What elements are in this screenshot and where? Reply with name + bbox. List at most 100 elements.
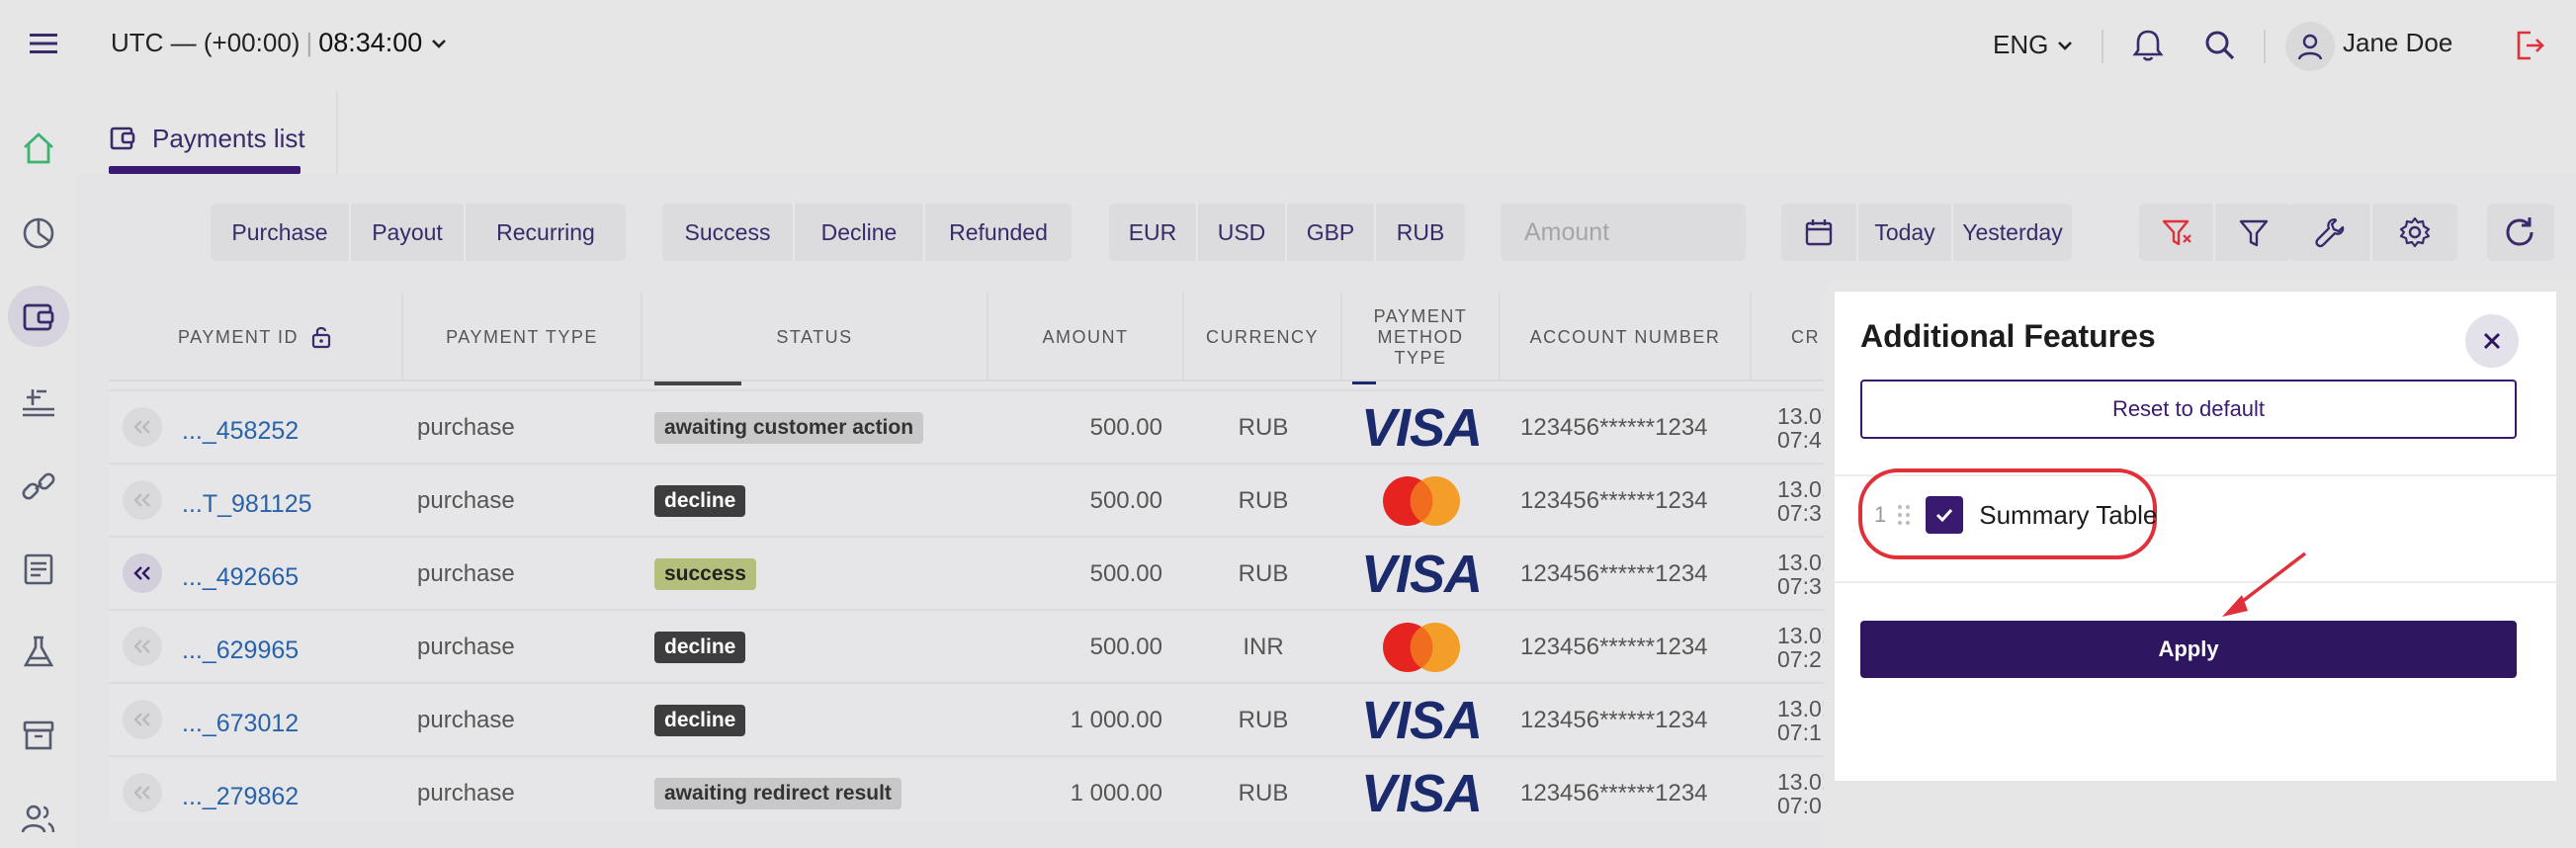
lab-icon[interactable] <box>19 633 58 672</box>
filter-usd-button[interactable]: USD <box>1198 204 1287 261</box>
header-payment-type[interactable]: PAYMENT TYPE <box>403 293 643 382</box>
expand-row-button[interactable] <box>123 407 162 447</box>
partial-badge <box>654 382 741 385</box>
divider <box>336 91 338 174</box>
account-number-cell: 123456******1234 <box>1520 560 1708 587</box>
tools-button[interactable] <box>2289 204 2372 261</box>
drag-handle-icon[interactable] <box>1896 502 1912 528</box>
wrench-icon <box>2315 217 2345 248</box>
status-badge: awaiting redirect result <box>654 778 902 809</box>
bell-icon[interactable] <box>2131 28 2165 63</box>
divider <box>2264 30 2266 63</box>
created-time: 07:2 <box>1777 646 1822 672</box>
created-date: 13.0! <box>1777 403 1829 429</box>
filter-success-button[interactable]: Success <box>662 204 795 261</box>
currency-cell: RUB <box>1238 414 1289 441</box>
header-currency[interactable]: CURRENCY <box>1184 293 1342 382</box>
filter-rub-button[interactable]: RUB <box>1376 204 1465 261</box>
table-row[interactable]: ..._629965 purchase decline 500.00 INR 1… <box>109 611 1883 684</box>
filter-gbp-button[interactable]: GBP <box>1287 204 1376 261</box>
dashboard-icon[interactable] <box>19 213 58 253</box>
hamburger-menu-icon[interactable] <box>28 30 59 57</box>
link-icon[interactable] <box>19 466 58 506</box>
separator: | <box>305 28 313 57</box>
unlock-icon[interactable] <box>310 324 332 350</box>
table-row[interactable]: ..._673012 purchase decline 1 000.00 RUB… <box>109 684 1883 757</box>
close-button[interactable] <box>2465 314 2519 368</box>
expand-row-button[interactable] <box>123 773 162 812</box>
logout-icon[interactable] <box>2513 28 2546 63</box>
wallet-icon[interactable] <box>8 286 69 347</box>
table-row[interactable]: ...T_981125 purchase decline 500.00 RUB … <box>109 465 1883 538</box>
header-status[interactable]: STATUS <box>643 293 988 382</box>
filter-eur-button[interactable]: EUR <box>1109 204 1198 261</box>
expand-row-button[interactable] <box>123 480 162 520</box>
table-row[interactable]: ..._279862 purchase awaiting redirect re… <box>109 757 1883 822</box>
partial-card-logo <box>1352 382 1376 384</box>
created-date: 13.0! <box>1777 476 1829 502</box>
status-filter: Success Decline Refunded <box>662 204 1072 261</box>
payment-id-link[interactable]: ..._629965 <box>182 636 299 665</box>
currency-cell: RUB <box>1238 560 1289 587</box>
archive-icon[interactable] <box>19 716 58 755</box>
amount-input[interactable] <box>1501 204 1746 261</box>
apply-button[interactable]: Apply <box>1860 621 2517 678</box>
payment-method-cell: VISA <box>1342 391 1501 465</box>
amount-cell: 1 000.00 <box>1070 707 1162 733</box>
search-icon[interactable] <box>2202 28 2238 63</box>
timezone-selector[interactable]: UTC — (+00:00) | 08:34:00 <box>111 28 450 58</box>
user-icon <box>2297 34 2323 60</box>
header-amount[interactable]: AMOUNT <box>988 293 1184 382</box>
header-payment-id[interactable]: PAYMENT ID <box>109 293 403 382</box>
tab-payments-list[interactable]: Payments list <box>109 103 305 174</box>
double-chevron-left-icon <box>133 786 150 800</box>
user-avatar[interactable] <box>2285 22 2335 71</box>
clear-filter-button[interactable] <box>2139 204 2215 261</box>
language-selector[interactable]: ENG <box>1993 30 2076 60</box>
sidebar <box>0 91 77 848</box>
expand-row-button[interactable] <box>123 553 162 593</box>
reset-to-default-button[interactable]: Reset to default <box>1860 380 2517 439</box>
chevron-down-icon <box>2058 41 2073 50</box>
home-icon[interactable] <box>19 128 58 168</box>
refresh-button[interactable] <box>2487 204 2554 261</box>
payment-method-cell: VISA <box>1342 538 1501 611</box>
payouts-icon[interactable] <box>19 383 58 423</box>
filter-button[interactable] <box>2215 204 2291 261</box>
table-header: PAYMENT ID PAYMENT TYPE STATUS AMOUNT CU… <box>109 293 1883 382</box>
payment-type-cell: purchase <box>417 634 515 660</box>
payment-id-link[interactable]: ..._492665 <box>182 563 299 592</box>
payment-type-cell: purchase <box>417 707 515 733</box>
double-chevron-left-icon <box>133 493 150 507</box>
table-row[interactable]: ..._458252 purchase awaiting customer ac… <box>109 391 1883 465</box>
header-payment-method-type[interactable]: PAYMENT METHOD TYPE <box>1342 293 1501 382</box>
filter-purchase-button[interactable]: Purchase <box>211 204 351 261</box>
filter-yesterday-button[interactable]: Yesterday <box>1953 204 2072 261</box>
user-name[interactable]: Jane Doe <box>2343 28 2452 58</box>
users-icon[interactable] <box>19 799 58 838</box>
calendar-button[interactable] <box>1781 204 1858 261</box>
payment-type-cell: purchase <box>417 560 515 587</box>
reports-icon[interactable] <box>19 550 58 589</box>
currency-filter: EUR USD GBP RUB <box>1109 204 1465 261</box>
payment-id-link[interactable]: ...T_981125 <box>182 490 312 519</box>
payment-method-cell <box>1342 465 1501 538</box>
status-badge: awaiting customer action <box>654 412 924 444</box>
filter-refunded-button[interactable]: Refunded <box>925 204 1072 261</box>
expand-row-button[interactable] <box>123 627 162 666</box>
header-account-number[interactable]: ACCOUNT NUMBER <box>1501 293 1752 382</box>
filter-decline-button[interactable]: Decline <box>795 204 925 261</box>
expand-row-button[interactable] <box>123 700 162 739</box>
settings-button[interactable] <box>2372 204 2457 261</box>
summary-table-checkbox[interactable] <box>1926 496 1964 534</box>
filter-recurring-button[interactable]: Recurring <box>466 204 626 261</box>
created-time: 07:4 <box>1777 427 1822 453</box>
payment-id-link[interactable]: ..._458252 <box>182 417 299 446</box>
filter-payout-button[interactable]: Payout <box>351 204 466 261</box>
status-badge: decline <box>654 632 746 663</box>
payment-id-link[interactable]: ..._279862 <box>182 783 299 811</box>
table-row[interactable]: ..._492665 purchase success 500.00 RUB V… <box>109 538 1883 611</box>
filter-today-button[interactable]: Today <box>1858 204 1953 261</box>
payment-id-link[interactable]: ..._673012 <box>182 710 299 738</box>
payment-type-cell: purchase <box>417 780 515 806</box>
